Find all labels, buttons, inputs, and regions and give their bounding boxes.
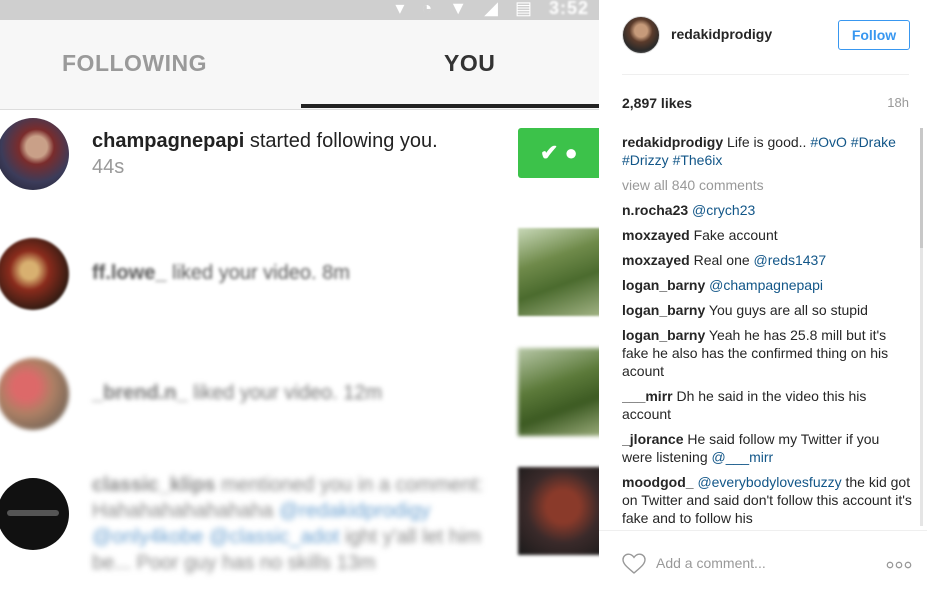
hashtag[interactable]: #OvO — [810, 134, 847, 150]
tab-indicator — [301, 104, 599, 108]
more-options-icon[interactable] — [886, 561, 912, 569]
follow-back-button: ✔ ● — [518, 128, 599, 178]
comment: logan_barny Yeah he has 25.8 mill but it… — [622, 326, 912, 380]
phone-status-bar: ▾ ◔ ▼ ◢ ▤ 3:52 — [0, 0, 599, 20]
notification-action: liked your video. — [193, 382, 338, 404]
hashtag[interactable]: #Drake — [851, 134, 896, 150]
notification-user: ff.lowe_ — [92, 262, 167, 284]
comment-user[interactable]: moodgod_ — [622, 474, 694, 490]
comment: logan_barny You guys are all so stupid — [622, 301, 912, 319]
post-time[interactable]: 18h — [887, 95, 909, 110]
post-thumbnail — [518, 467, 599, 555]
divider — [622, 74, 909, 75]
post-header: redakidprodigy Follow — [599, 0, 927, 75]
add-comment-input[interactable] — [656, 553, 876, 573]
avatar[interactable] — [622, 16, 660, 54]
scroll-thumb[interactable] — [920, 128, 923, 248]
mention-link[interactable]: @everybodylovesfuzzy — [697, 474, 841, 490]
comment-text: Real one — [693, 252, 750, 268]
avatar — [0, 118, 69, 190]
video-thumbnail — [518, 348, 599, 436]
mention-link[interactable]: @reds1437 — [754, 252, 827, 268]
avatar — [0, 478, 69, 550]
notification-user: _brend.n_ — [92, 382, 188, 404]
post-username[interactable]: redakidprodigy — [671, 26, 772, 42]
add-comment-row — [622, 551, 912, 577]
avatar — [0, 358, 69, 430]
follow-back-icon: ✔ ● — [540, 140, 578, 165]
comments-scrollbar[interactable] — [920, 128, 923, 526]
activity-tabs: FOLLOWING YOU — [0, 20, 599, 110]
comments-list: redakidprodigy Life is good.. #OvO #Drak… — [622, 133, 912, 526]
notification-action: liked your video. — [172, 262, 317, 284]
comment: ___mirr Dh he said in the video this his… — [622, 387, 912, 423]
comment-user[interactable]: logan_barny — [622, 327, 705, 343]
tab-you: YOU — [444, 50, 496, 76]
mention-link[interactable]: @___mirr — [712, 449, 774, 465]
mention-link[interactable]: @crych23 — [692, 202, 755, 218]
comment-user[interactable]: ___mirr — [622, 388, 673, 404]
mention-link[interactable]: @champagnepapi — [709, 277, 823, 293]
divider — [599, 530, 927, 531]
comment: _jlorance He said follow my Twitter if y… — [622, 430, 912, 466]
notification-time: 12m — [343, 382, 383, 404]
comment-user[interactable]: _jlorance — [622, 431, 683, 447]
avatar — [0, 238, 69, 310]
follow-button[interactable]: Follow — [838, 20, 910, 50]
notification-time: 44s — [92, 156, 125, 178]
comment: logan_barny @champagnepapi — [622, 276, 912, 294]
notification-text: ff.lowe_ liked your video. 8m — [92, 260, 350, 286]
notification-text: classic_klips mentioned you in a comment… — [92, 472, 492, 576]
post-photo: ▾ ◔ ▼ ◢ ▤ 3:52 FOLLOWING YOU champagnepa… — [0, 0, 599, 594]
hashtag[interactable]: #Drizzy — [622, 152, 669, 168]
notification-text: _brend.n_ liked your video. 12m — [92, 380, 382, 406]
comment-user[interactable]: redakidprodigy — [622, 134, 723, 150]
hashtag[interactable]: #The6ix — [673, 152, 723, 168]
comment: n.rocha23 @crych23 — [622, 201, 912, 219]
heart-icon[interactable] — [622, 553, 646, 575]
activity-feed: champagnepapi started following you. 44s… — [0, 110, 599, 594]
comment-text: Fake account — [693, 227, 778, 243]
caption: redakidprodigy Life is good.. #OvO #Drak… — [622, 133, 912, 169]
post-side-panel: redakidprodigy Follow 2,897 likes 18h re… — [599, 0, 927, 594]
comment-user[interactable]: moxzayed — [622, 252, 690, 268]
likes-row: 2,897 likes 18h — [622, 95, 909, 113]
status-time: 3:52 — [548, 0, 589, 18]
status-icons: ▾ ◔ ▼ ◢ ▤ — [395, 0, 549, 18]
notification-time: 8m — [322, 262, 350, 284]
likes-count[interactable]: 2,897 likes — [622, 95, 692, 111]
notification-user: classic_klips — [92, 474, 216, 496]
view-all-comments-link[interactable]: view all 840 comments — [622, 176, 912, 194]
notification-time: 13m — [336, 552, 376, 574]
comment-user[interactable]: n.rocha23 — [622, 202, 688, 218]
caption-text: Life is good.. — [727, 134, 807, 150]
notification-action: started following you. — [249, 130, 438, 152]
comment: moxzayed Fake account — [622, 226, 912, 244]
tab-following: FOLLOWING — [62, 50, 208, 76]
comment-user[interactable]: moxzayed — [622, 227, 690, 243]
comment-user[interactable]: logan_barny — [622, 277, 705, 293]
video-thumbnail — [518, 228, 599, 316]
comment-text: You guys are all so stupid — [708, 302, 868, 318]
comment-user[interactable]: logan_barny — [622, 302, 705, 318]
comment-container: n.rocha23 @crych23 moxzayed Fake account m… — [622, 201, 912, 526]
notification-text: champagnepapi started following you. 44s — [92, 128, 438, 180]
notification-user: champagnepapi — [92, 130, 245, 152]
comment: moodgod_ @everybodylovesfuzzy the kid go… — [622, 473, 912, 526]
comment: moxzayed Real one @reds1437 — [622, 251, 912, 269]
